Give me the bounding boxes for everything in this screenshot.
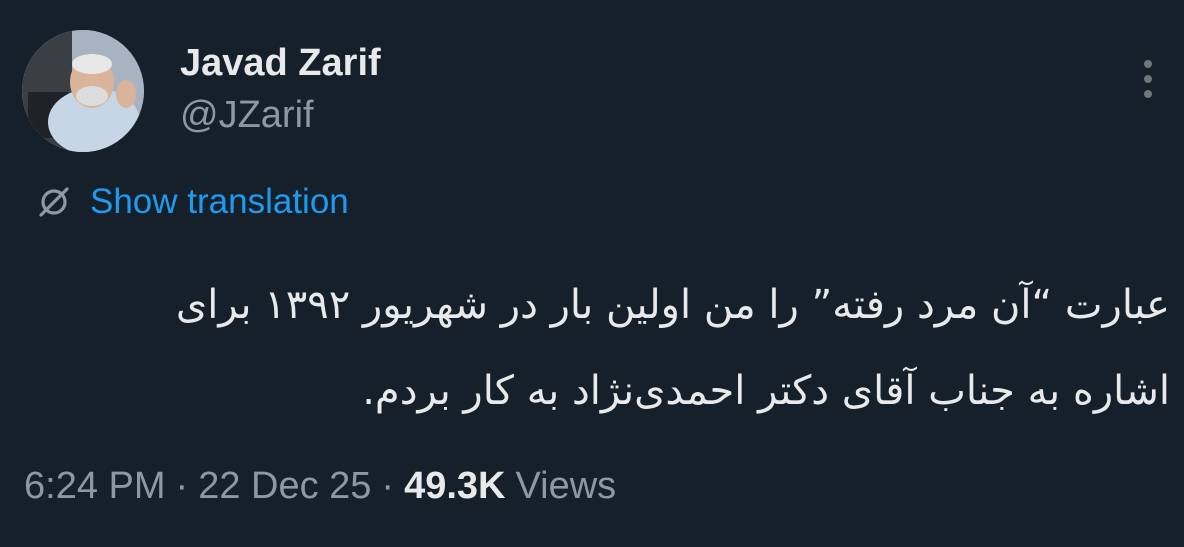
- more-dot-icon: [1144, 75, 1152, 83]
- more-dot-icon: [1144, 90, 1152, 98]
- translate-icon: [36, 184, 72, 220]
- views-label[interactable]: Views: [515, 465, 616, 507]
- views-count[interactable]: 49.3K: [404, 465, 505, 507]
- tweet-date[interactable]: 22 Dec 25: [198, 465, 371, 507]
- tweet-time[interactable]: 6:24 PM: [24, 465, 166, 507]
- tweet-text-line: اشاره به جناب آقای دکتر احمدی‌نژاد به کا…: [362, 368, 1170, 414]
- meta-separator: ·: [381, 465, 395, 507]
- tweet-text-line: عبارت “آن مرد رفته” را من اولین بار در ش…: [175, 282, 1170, 328]
- tweet-card: Javad Zarif @JZarif Show translation عبا…: [0, 0, 1184, 547]
- show-translation-button[interactable]: Show translation: [36, 180, 349, 224]
- more-options-button[interactable]: [1130, 56, 1166, 102]
- show-translation-label: Show translation: [90, 182, 349, 221]
- tweet-text: عبارت “آن مرد رفته” را من اولین بار در ش…: [30, 262, 1170, 434]
- author-display-name[interactable]: Javad Zarif: [180, 40, 381, 86]
- author-handle[interactable]: @JZarif: [180, 92, 314, 138]
- profile-photo-icon: [22, 30, 144, 152]
- more-dot-icon: [1144, 60, 1152, 68]
- author-avatar[interactable]: [22, 30, 144, 152]
- meta-separator: ·: [175, 465, 189, 507]
- tweet-meta: 6:24 PM · 22 Dec 25 · 49.3K Views: [24, 462, 616, 510]
